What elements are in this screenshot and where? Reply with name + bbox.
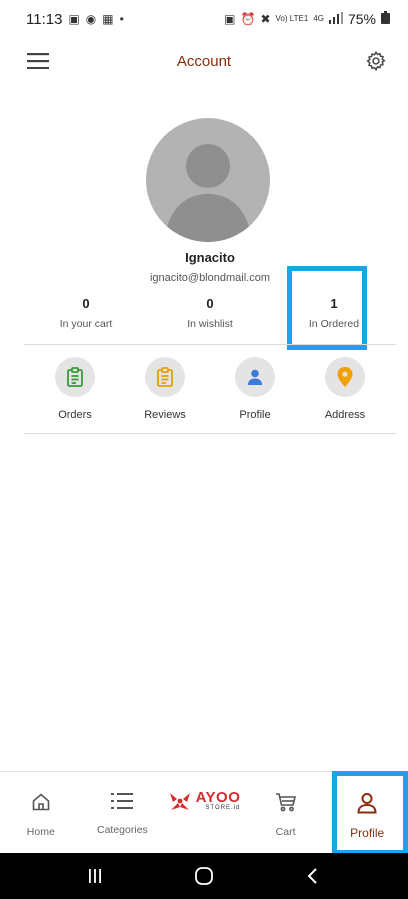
brand-logo: AYOO STORE.id <box>168 790 241 812</box>
highlight-profile-tab <box>332 771 408 855</box>
avatar[interactable] <box>146 118 270 242</box>
nav-categories-label: Categories <box>97 824 148 836</box>
network-type: 4G <box>313 14 324 23</box>
person-silhouette-icon <box>164 144 252 242</box>
dot-icon: • <box>119 12 124 26</box>
person-icon <box>248 369 262 385</box>
orders-label: Orders <box>58 409 92 421</box>
status-bar: 11:13 ▣ ◉ ▦ • ▣ ⏰ ✖ Vo) LTE1 4G 75% <box>0 0 408 38</box>
home-system-button[interactable] <box>184 861 224 891</box>
nav-home-label: Home <box>26 826 55 838</box>
location-pin-icon <box>337 367 353 387</box>
quick-link-orders[interactable]: Orders <box>32 357 118 421</box>
brand-mark-icon <box>169 793 190 810</box>
mute-icon: ✖ <box>260 12 271 26</box>
reviews-icon-circle <box>145 357 185 397</box>
quick-link-reviews[interactable]: Reviews <box>122 357 208 421</box>
clipboard-icon <box>67 367 83 387</box>
status-left: 11:13 ▣ ◉ ▦ • <box>26 11 124 28</box>
highlight-ordered <box>287 266 367 350</box>
page-title: Account <box>176 52 232 70</box>
brand-name: AYOO <box>195 789 241 806</box>
alarm-icon: ⏰ <box>240 12 256 26</box>
profile-link-label: Profile <box>239 409 271 421</box>
battery-level: 75% <box>347 11 376 27</box>
home-icon <box>32 793 50 811</box>
gear-icon <box>366 50 386 72</box>
divider-top <box>24 344 396 345</box>
stat-cart-value: 0 <box>82 296 90 311</box>
nav-cart[interactable]: Cart <box>245 772 327 853</box>
back-button[interactable] <box>293 861 333 891</box>
cart-icon <box>275 793 296 812</box>
nav-categories[interactable]: Categories <box>82 772 164 853</box>
status-right: ▣ ⏰ ✖ Vo) LTE1 4G 75% <box>224 11 390 27</box>
settings-button[interactable] <box>362 47 390 75</box>
profile-name: Ignacito <box>185 250 235 265</box>
brand-sub: STORE.id <box>205 805 241 811</box>
quick-link-profile[interactable]: Profile <box>212 357 298 421</box>
lock-icon: ▣ <box>224 12 236 26</box>
nav-cart-label: Cart <box>275 826 296 838</box>
app-header: Account <box>0 40 408 82</box>
nav-home[interactable]: Home <box>0 772 82 853</box>
reviews-label: Reviews <box>144 409 186 421</box>
orders-icon-circle <box>55 357 95 397</box>
notification-icon: ▣ <box>68 12 80 26</box>
stat-wishlist-label: In wishlist <box>187 318 233 330</box>
stat-wishlist-value: 0 <box>206 296 214 311</box>
stat-wishlist[interactable]: 0 In wishlist <box>148 292 272 342</box>
stat-cart-label: In your cart <box>59 318 113 330</box>
hamburger-icon <box>27 53 49 69</box>
screen-icon: ▦ <box>102 12 114 26</box>
battery-icon <box>381 11 390 27</box>
divider-bottom <box>24 433 396 434</box>
nav-brand-logo[interactable]: AYOO STORE.id <box>163 772 245 853</box>
signal-icon <box>328 11 343 27</box>
quick-links: Orders Reviews Profile Address <box>32 357 388 421</box>
recents-icon <box>88 869 101 883</box>
back-chevron-icon <box>307 868 318 884</box>
profile-icon-circle <box>235 357 275 397</box>
recents-button[interactable] <box>75 861 115 891</box>
stat-cart[interactable]: 0 In your cart <box>24 292 148 342</box>
home-circle-icon <box>195 867 213 885</box>
clipboard-icon <box>157 367 173 387</box>
address-label: Address <box>324 409 366 421</box>
menu-button[interactable] <box>24 47 52 75</box>
address-icon-circle <box>325 357 365 397</box>
app-icon: ◉ <box>85 12 97 26</box>
system-nav-bar <box>0 853 408 899</box>
list-icon <box>111 793 134 809</box>
status-time: 11:13 <box>26 10 63 28</box>
quick-link-address[interactable]: Address <box>302 357 388 421</box>
network-label: Vo) LTE1 <box>275 14 309 23</box>
